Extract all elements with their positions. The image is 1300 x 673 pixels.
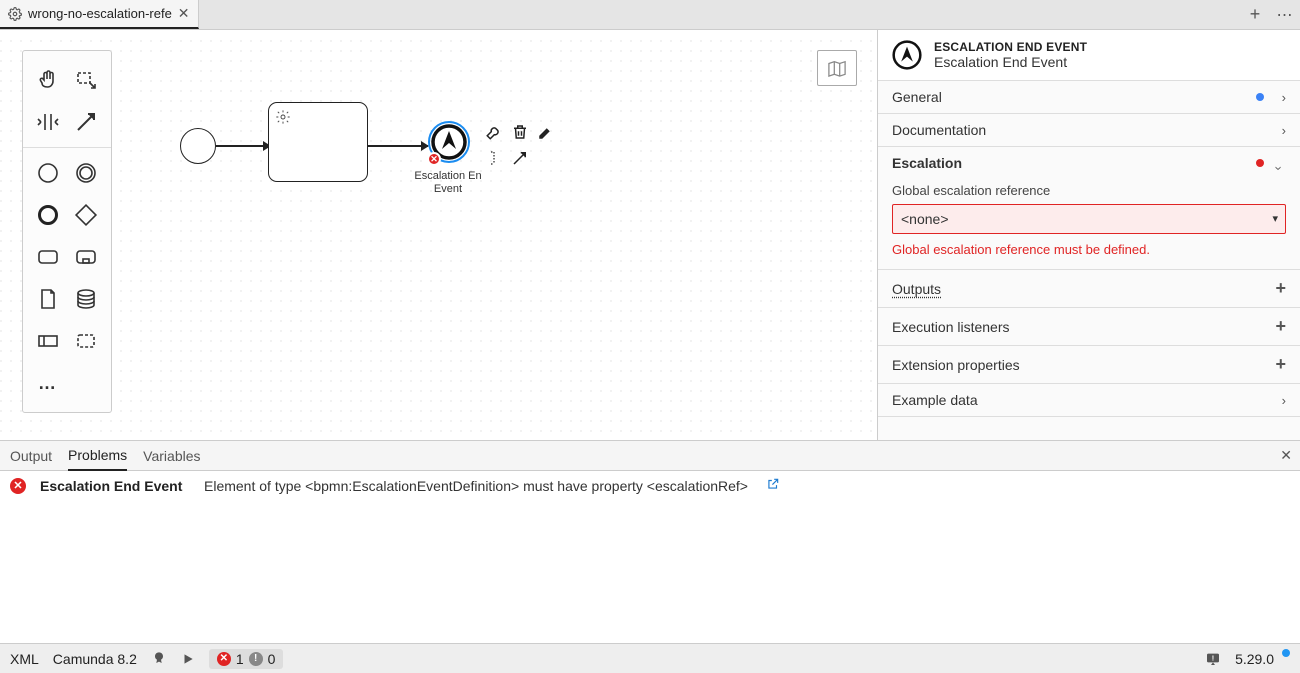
chevron-right-icon: › <box>1272 123 1286 138</box>
tab-output[interactable]: Output <box>10 448 52 464</box>
bottom-tabs: Output Problems Variables ✕ <box>0 441 1300 471</box>
problem-element-name: Escalation End Event <box>40 478 190 494</box>
element-name: Escalation End Event <box>934 54 1087 70</box>
wrench-icon[interactable] <box>484 122 504 142</box>
context-pad <box>484 122 556 168</box>
properties-header: ESCALATION END EVENT Escalation End Even… <box>878 30 1300 81</box>
tab-variables[interactable]: Variables <box>143 448 200 464</box>
tab-bar: wrong-no-escalation-refe ✕ + ⋯ <box>0 0 1300 30</box>
connect-icon[interactable] <box>510 148 530 168</box>
new-tab-button[interactable]: + <box>1240 0 1270 29</box>
chevron-down-icon: › <box>1272 156 1287 170</box>
hand-tool[interactable] <box>33 65 63 95</box>
connect-tool[interactable] <box>71 107 101 137</box>
minimap-toggle[interactable] <box>817 50 857 86</box>
plus-icon[interactable]: + <box>1272 316 1286 337</box>
element-label[interactable]: Escalation EnEvent <box>408 170 488 196</box>
section-outputs[interactable]: Outputs + <box>878 270 1300 307</box>
close-icon[interactable]: ✕ <box>178 5 190 22</box>
view-xml[interactable]: XML <box>10 651 39 667</box>
plus-icon[interactable]: + <box>1272 354 1286 375</box>
gear-icon <box>8 7 22 21</box>
intermediate-event-tool[interactable] <box>71 158 101 188</box>
chevron-right-icon: › <box>1272 393 1286 408</box>
error-dot <box>1256 159 1264 167</box>
warning-icon: ! <box>249 652 263 666</box>
problem-row[interactable]: ✕ Escalation End Event Element of type <… <box>0 471 1300 500</box>
element-type: ESCALATION END EVENT <box>934 40 1087 54</box>
start-event[interactable] <box>180 128 216 164</box>
lasso-tool[interactable] <box>71 65 101 95</box>
close-panel-icon[interactable]: ✕ <box>1280 447 1292 464</box>
escalation-ref-select[interactable]: <none> <box>892 204 1286 234</box>
subprocess-tool[interactable] <box>71 242 101 272</box>
sequence-flow-1[interactable] <box>216 145 270 147</box>
trash-icon[interactable] <box>510 122 530 142</box>
problems-summary[interactable]: ✕ 1 ! 0 <box>209 649 284 669</box>
tab-problems[interactable]: Problems <box>68 441 127 471</box>
error-icon: ✕ <box>217 652 231 666</box>
gateway-tool[interactable] <box>71 200 101 230</box>
section-general[interactable]: General › <box>878 81 1300 113</box>
color-icon[interactable] <box>536 122 556 142</box>
section-example-data[interactable]: Example data › <box>878 384 1300 416</box>
version-label[interactable]: 5.29.0 <box>1235 651 1290 667</box>
problem-message: Element of type <bpmn:EscalationEventDef… <box>204 478 748 494</box>
error-icon: ✕ <box>10 478 26 494</box>
group-tool[interactable] <box>71 326 101 356</box>
space-tool[interactable] <box>33 107 63 137</box>
error-badge-icon: ✕ <box>427 152 441 166</box>
tool-palette: … <box>22 50 112 413</box>
section-extension-properties[interactable]: Extension properties + <box>878 346 1300 383</box>
engine-profile[interactable]: Camunda 8.2 <box>53 651 137 667</box>
update-dot <box>1282 649 1290 657</box>
tab-title: wrong-no-escalation-refe <box>28 6 172 21</box>
more-elements[interactable]: … <box>33 368 63 398</box>
chevron-right-icon: › <box>1272 90 1286 105</box>
task-tool[interactable] <box>33 242 63 272</box>
feedback-button[interactable]: ! <box>1205 651 1221 667</box>
external-link-icon[interactable] <box>766 477 780 494</box>
data-object-tool[interactable] <box>33 284 63 314</box>
end-event-tool[interactable] <box>33 200 63 230</box>
svg-text:!: ! <box>1212 653 1214 662</box>
more-menu-button[interactable]: ⋯ <box>1270 0 1300 29</box>
status-bar: XML Camunda 8.2 ✕ 1 ! 0 ! 5.29.0 <box>0 643 1300 673</box>
sequence-flow-2[interactable] <box>368 145 428 147</box>
escalation-icon <box>892 40 922 70</box>
plus-icon[interactable]: + <box>1272 278 1286 299</box>
gear-icon <box>275 109 291 125</box>
run-button[interactable] <box>181 652 195 666</box>
section-execution-listeners[interactable]: Execution listeners + <box>878 308 1300 345</box>
section-documentation[interactable]: Documentation › <box>878 114 1300 146</box>
map-icon <box>826 59 848 77</box>
annotation-icon[interactable] <box>484 148 504 168</box>
start-event-tool[interactable] <box>33 158 63 188</box>
file-tab[interactable]: wrong-no-escalation-refe ✕ <box>0 0 199 29</box>
data-store-tool[interactable] <box>71 284 101 314</box>
service-task[interactable] <box>268 102 368 182</box>
pool-tool[interactable] <box>33 326 63 356</box>
deploy-button[interactable] <box>151 651 167 667</box>
indicator-dot <box>1256 93 1264 101</box>
field-error: Global escalation reference must be defi… <box>892 242 1286 257</box>
field-label: Global escalation reference <box>892 183 1286 198</box>
section-escalation[interactable]: Escalation › <box>878 147 1300 179</box>
